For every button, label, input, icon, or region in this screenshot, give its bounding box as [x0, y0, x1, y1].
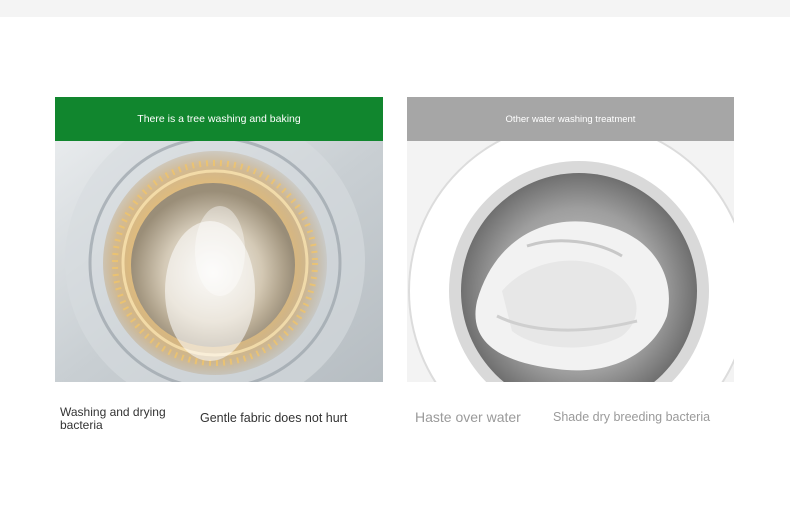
panel-header-right: Other water washing treatment — [407, 97, 734, 141]
caption-gentle-fabric: Gentle fabric does not hurt — [200, 411, 348, 425]
top-bar — [0, 0, 790, 17]
comparison-panel-left: There is a tree washing and baking — [55, 97, 383, 382]
caption-washing-drying: Washing and drying bacteria — [60, 405, 166, 433]
panel-header-left: There is a tree washing and baking — [55, 97, 383, 141]
comparison-panel-right: Other water washing treatment — [407, 97, 734, 382]
washing-drum-laundry-image — [407, 141, 734, 382]
caption-shade-dry: Shade dry breeding bacteria — [553, 410, 711, 424]
caption-haste-over-water: Haste over water — [415, 409, 521, 425]
washing-drum-heating-image — [55, 141, 383, 382]
